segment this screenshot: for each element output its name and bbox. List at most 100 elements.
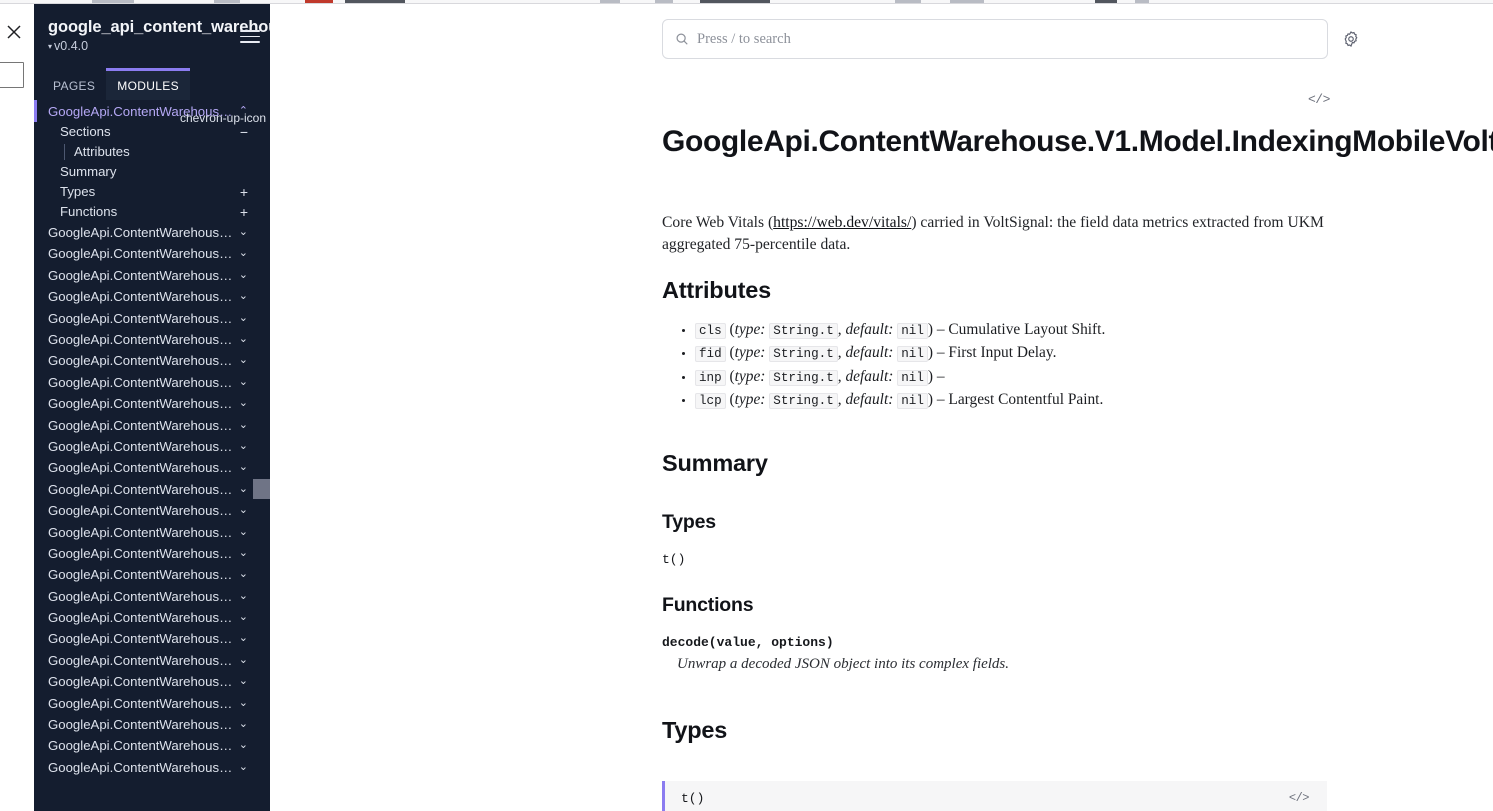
expand-icon[interactable]: + (240, 205, 248, 219)
sidebar-item-module[interactable]: GoogleApi.ContentWarehouse... ⌄ (34, 735, 270, 756)
browser-chrome-fragment (950, 0, 984, 3)
heading-summary-types: Types (662, 511, 716, 533)
project-title: google_api_content_warehouse (48, 18, 270, 36)
version-label: v0.4.0 (54, 39, 89, 54)
page-source-code-link[interactable]: </> (1308, 92, 1330, 107)
sidebar-item-label: GoogleApi.ContentWarehouse... (48, 353, 233, 369)
sidebar-item-module[interactable]: GoogleApi.ContentWarehouse... ⌄ (34, 222, 270, 243)
chevron-down-icon: ⌄ (238, 268, 248, 281)
sidebar-section-functions[interactable]: Functions + (34, 202, 270, 222)
attribute-description: Cumulative Layout Shift. (948, 321, 1106, 338)
sidebar-scrollbar[interactable] (253, 108, 270, 811)
attribute-item: lcp (type: String.t, default: nil) – Lar… (695, 389, 1334, 412)
search-row (662, 19, 1360, 59)
sidebar-item-module[interactable]: GoogleApi.ContentWarehouse... ⌄ (34, 414, 270, 435)
sidebar-item-module[interactable]: GoogleApi.ContentWarehouse... ⌄ (34, 307, 270, 328)
sidebar-item-label: GoogleApi.ContentWarehouse... (48, 225, 233, 241)
search-box[interactable] (662, 19, 1328, 59)
sidebar-section-label: Sections (60, 124, 111, 140)
expand-icon[interactable]: + (240, 185, 248, 199)
sidebar-item-module[interactable]: GoogleApi.ContentWarehouse... ⌄ (34, 329, 270, 350)
sidebar-item-module[interactable]: GoogleApi.ContentWarehouse... ⌄ (34, 521, 270, 542)
chevron-down-icon: ⌄ (238, 354, 248, 367)
browser-chrome-fragment (345, 0, 405, 3)
heading-summary-functions: Functions (662, 594, 754, 616)
sidebar-item-module[interactable]: GoogleApi.ContentWarehouse... ⌄ (34, 243, 270, 264)
attribute-description: First Input Delay. (948, 344, 1057, 362)
attribute-default-label: default: (845, 344, 894, 362)
tab-modules[interactable]: MODULES (106, 68, 191, 101)
chevron-down-icon: ⌄ (238, 675, 248, 688)
attribute-type-label: type: (734, 321, 766, 338)
chevron-down-icon: ⌄ (238, 739, 248, 752)
attribute-default-label: default: (845, 321, 894, 338)
sidebar-item-module[interactable]: GoogleApi.ContentWarehouse... ⌄ (34, 265, 270, 286)
chevron-down-icon: ⌄ (238, 290, 248, 303)
sidebar-item-label: GoogleApi.ContentWarehouse... (48, 438, 233, 454)
sidebar-subitem-attributes[interactable]: Attributes (34, 142, 270, 162)
attribute-default-label: default: (845, 367, 894, 385)
project-version[interactable]: ▾ v0.4.0 (48, 39, 256, 53)
sidebar-item-module[interactable]: GoogleApi.ContentWarehouse... ⌄ (34, 692, 270, 713)
close-icon[interactable] (4, 22, 24, 42)
sidebar-section-summary[interactable]: Summary (34, 162, 270, 182)
sidebar-item-module[interactable]: GoogleApi.ContentWarehouse... ⌄ (34, 286, 270, 307)
sidebar-scrollbar-thumb[interactable] (253, 479, 270, 499)
page-intro-paragraph: Core Web Vitals (https://web.dev/vitals/… (662, 212, 1327, 256)
sidebar-item-label: GoogleApi.ContentWarehouse... (48, 738, 233, 754)
sidebar-item-module[interactable]: GoogleApi.ContentWarehouse... ⌄ (34, 543, 270, 564)
sidebar-item-module[interactable]: GoogleApi.ContentWarehouse... ⌄ (34, 714, 270, 735)
collapse-icon[interactable]: − (240, 125, 248, 139)
attribute-type-value: String.t (769, 323, 838, 339)
sidebar-item-module[interactable]: GoogleApi.ContentWarehouse... ⌄ (34, 671, 270, 692)
attribute-name: inp (695, 369, 726, 386)
attribute-name: fid (695, 346, 726, 363)
search-input[interactable] (697, 30, 1327, 48)
sidebar-section-label: Summary (60, 164, 117, 180)
sidebar-item-module[interactable]: GoogleApi.ContentWarehouse... ⌄ (34, 757, 270, 778)
sidebar-item-module[interactable]: GoogleApi.ContentWarehouse... ⌄ (34, 607, 270, 628)
sidebar-section-types[interactable]: Types + (34, 182, 270, 202)
attribute-type-label: type: (734, 391, 766, 409)
sidebar-item-label: GoogleApi.ContentWarehouse... (48, 396, 233, 412)
attribute-default-label: default: (845, 391, 894, 409)
sidebar-item-module[interactable]: GoogleApi.ContentWarehouse... ⌄ (34, 350, 270, 371)
summary-type-entry[interactable]: t() (662, 552, 685, 567)
chevron-down-icon: ⌄ (238, 504, 248, 517)
hamburger-icon[interactable] (240, 30, 260, 44)
sidebar-item-module[interactable]: GoogleApi.ContentWarehouse... ⌄ (34, 436, 270, 457)
sidebar-item-label: GoogleApi.ContentWarehouse... (48, 332, 233, 347)
attribute-default-value: nil (897, 369, 928, 386)
main-content: </> GoogleApi.ContentWarehouse.V1.Model.… (270, 4, 1493, 811)
tab-pages[interactable]: PAGES (42, 68, 106, 100)
sidebar-item-label: GoogleApi.ContentWarehouse... (48, 588, 233, 604)
sidebar-item-label: GoogleApi.ContentWarehouse... (48, 610, 233, 626)
stray-text-input[interactable] (0, 62, 24, 88)
attribute-name: lcp (695, 393, 726, 410)
chevron-down-icon: ⌄ (238, 760, 248, 773)
sidebar-item-module[interactable]: GoogleApi.ContentWarehouse... ⌄ (34, 586, 270, 607)
page-title: GoogleApi.ContentWarehouse.V1.Model.Inde… (662, 125, 1493, 158)
type-detail-card: t() </> (662, 781, 1327, 811)
sidebar-item-module[interactable]: GoogleApi.ContentWarehouse... ⌄ (34, 500, 270, 521)
attribute-item: inp (type: String.t, default: nil) – (695, 366, 1334, 389)
attribute-item: fid (type: String.t, default: nil) – Fir… (695, 342, 1334, 365)
attribute-type-value: String.t (769, 369, 838, 386)
vitals-link[interactable]: https://web.dev/vitals/ (773, 214, 911, 231)
sidebar-item-label: GoogleApi.ContentWarehouse... (48, 310, 233, 326)
sidebar-item-module[interactable]: GoogleApi.ContentWarehouse... ⌄ (34, 628, 270, 649)
chevron-down-icon: ⌄ (238, 418, 248, 431)
chevron-down-icon: ⌄ (238, 439, 248, 452)
gear-icon[interactable] (1342, 30, 1360, 48)
type-source-code-link[interactable]: </> (1289, 791, 1310, 805)
heading-attributes: Attributes (662, 277, 771, 303)
sidebar-item-module[interactable]: GoogleApi.ContentWarehouse... ⌄ (34, 564, 270, 585)
sidebar-item-module[interactable]: GoogleApi.ContentWarehouse... ⌄ (34, 650, 270, 671)
sidebar-item-label: GoogleApi.ContentWarehouse... (48, 460, 233, 476)
summary-function-entry[interactable]: decode(value, options) (662, 635, 834, 650)
sidebar-item-module[interactable]: GoogleApi.ContentWarehouse... ⌄ (34, 479, 270, 500)
sidebar-item-module[interactable]: GoogleApi.ContentWarehouse... ⌄ (34, 457, 270, 478)
sidebar-item-module[interactable]: GoogleApi.ContentWarehouse... ⌄ (34, 372, 270, 393)
chevron-down-icon: ⌄ (238, 589, 248, 602)
sidebar-item-module[interactable]: GoogleApi.ContentWarehouse... ⌄ (34, 393, 270, 414)
